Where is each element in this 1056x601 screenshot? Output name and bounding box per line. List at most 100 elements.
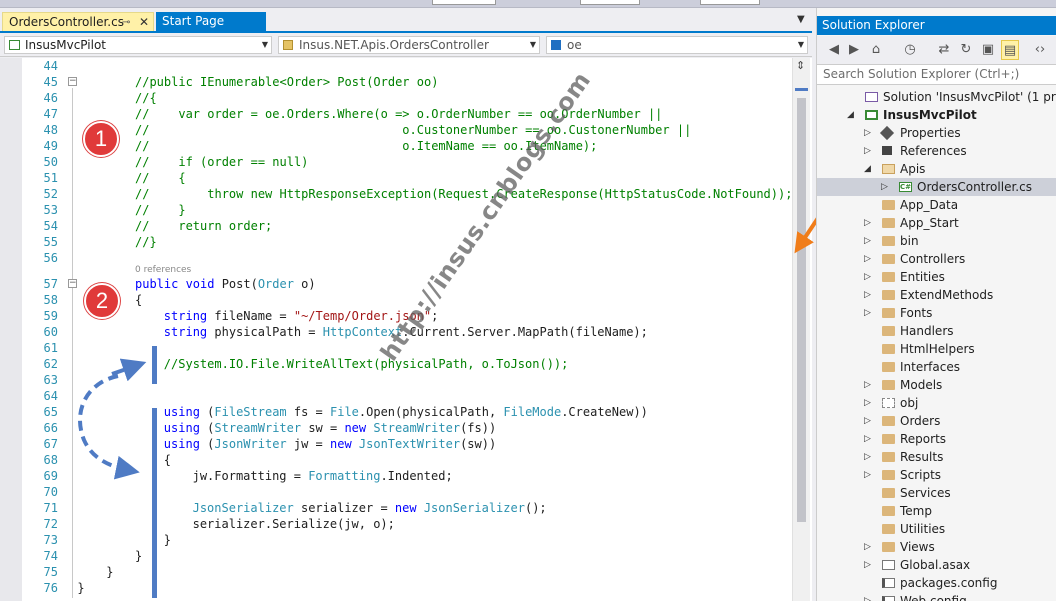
scrollbar-thumb[interactable]	[797, 98, 806, 522]
code-line[interactable]: 58 {	[22, 292, 792, 308]
code-editor[interactable]: 44 45 − //public IEnumerable<Order> Post(Or…	[0, 58, 812, 601]
home-icon[interactable]: ⌂	[867, 40, 885, 60]
tree-item[interactable]: ▷ obj	[817, 394, 1056, 412]
code-line[interactable]: 45 − //public IEnumerable<Order> Post(Orde…	[22, 74, 792, 90]
tree-item[interactable]: ▷ bin	[817, 232, 1056, 250]
tree-item[interactable]: ◢ InsusMvcPilot	[817, 106, 1056, 124]
show-all-files-icon[interactable]: ▤	[1001, 40, 1019, 60]
expand-icon[interactable]: ▷	[864, 268, 871, 286]
tree-item[interactable]: ▷ Properties	[817, 124, 1056, 142]
code-line[interactable]: 63	[22, 372, 792, 388]
back-icon[interactable]: ◀	[825, 40, 843, 60]
collapse-all-icon[interactable]: ▣	[979, 40, 997, 60]
code-view-icon[interactable]: ‹›	[1031, 40, 1049, 60]
tree-item[interactable]: ▷ Global.asax	[817, 556, 1056, 574]
code-line[interactable]: 69 jw.Formatting = Formatting.Indented;	[22, 468, 792, 484]
tree-item[interactable]: Solution 'InsusMvcPilot' (1 project)	[817, 88, 1056, 106]
sync-icon[interactable]: ⇄	[935, 40, 953, 60]
tree-item[interactable]: ▷ Reports	[817, 430, 1056, 448]
member-dropdown[interactable]: oe ▼	[546, 36, 808, 54]
code-line[interactable]: 55 //}	[22, 234, 792, 250]
refresh-icon[interactable]: ↻	[957, 40, 975, 60]
code-line[interactable]: 56	[22, 250, 792, 266]
expand-icon[interactable]: ▷	[881, 178, 888, 196]
tree-item[interactable]: Utilities	[817, 520, 1056, 538]
close-icon[interactable]: ✕	[139, 13, 149, 32]
code-line[interactable]: 44	[22, 58, 792, 74]
code-line[interactable]: 61	[22, 340, 792, 356]
split-handle-icon[interactable]: ⇕	[796, 59, 805, 72]
tree-item[interactable]: packages.config	[817, 574, 1056, 592]
tree-item[interactable]: App_Data	[817, 196, 1056, 214]
expand-icon[interactable]: ▷	[864, 376, 871, 394]
tree-item[interactable]: Interfaces	[817, 358, 1056, 376]
history-icon[interactable]: ◷	[901, 40, 919, 60]
expand-icon[interactable]: ▷	[864, 448, 871, 466]
code-line[interactable]: 49 // o.ItemName == oo.ItemName);	[22, 138, 792, 154]
code-line[interactable]: 62 //System.IO.File.WriteAllText(physical…	[22, 356, 792, 372]
panel-title[interactable]: Solution Explorer	[817, 16, 1056, 35]
tree-item[interactable]: ▷ Results	[817, 448, 1056, 466]
forward-icon[interactable]: ▶	[845, 40, 863, 60]
tab-start-page[interactable]: Start Page	[156, 12, 266, 31]
code-line[interactable]: 67 using (JsonWriter jw = new JsonTextWri…	[22, 436, 792, 452]
tree-item[interactable]: ▷ Entities	[817, 268, 1056, 286]
tree-item[interactable]: ▷ ExtendMethods	[817, 286, 1056, 304]
tree-item[interactable]: ▷ App_Start	[817, 214, 1056, 232]
expand-icon[interactable]: ▷	[864, 250, 871, 268]
code-line[interactable]: 60 string physicalPath = HttpContext.Curr…	[22, 324, 792, 340]
code-line[interactable]: 57 − public void Post(Order o)	[22, 276, 792, 292]
tree-item[interactable]: ▷ Web.config	[817, 592, 1056, 601]
code-line[interactable]: 51 // {	[22, 170, 792, 186]
tree-item[interactable]: ▷ Models	[817, 376, 1056, 394]
tree-item[interactable]: ▷ Fonts	[817, 304, 1056, 322]
code-line[interactable]: 65 using (FileStream fs = File.Open(physi…	[22, 404, 792, 420]
code-line[interactable]: 76}	[22, 580, 792, 596]
code-line[interactable]: 54 // return order;	[22, 218, 792, 234]
code-line[interactable]: 71 JsonSerializer serializer = new JsonSe…	[22, 500, 792, 516]
code-line[interactable]: 47 // var order = oe.Orders.Where(o => o.…	[22, 106, 792, 122]
collapse-icon[interactable]: −	[68, 77, 77, 86]
tab-list-dropdown-icon[interactable]: ▼	[797, 14, 805, 25]
code-line[interactable]: 64	[22, 388, 792, 404]
code-line[interactable]: 70	[22, 484, 792, 500]
tab-orders-controller[interactable]: OrdersController.cs ⊸ ✕	[2, 12, 154, 31]
expand-icon[interactable]: ▷	[864, 286, 871, 304]
vertical-scrollbar[interactable]: ⇕	[792, 58, 810, 601]
collapse-icon[interactable]: −	[68, 279, 77, 288]
expand-icon[interactable]: ▷	[864, 556, 871, 574]
code-line[interactable]: 66 using (StreamWriter sw = new StreamWri…	[22, 420, 792, 436]
tree-item[interactable]: ▷ Scripts	[817, 466, 1056, 484]
expand-icon[interactable]: ▷	[864, 430, 871, 448]
code-line[interactable]: 53 // }	[22, 202, 792, 218]
code-line[interactable]: 75}	[22, 564, 792, 580]
expand-icon[interactable]: ▷	[864, 214, 871, 232]
project-dropdown[interactable]: InsusMvcPilot ▼	[4, 36, 272, 54]
tree-item[interactable]: HtmlHelpers	[817, 340, 1056, 358]
expand-icon[interactable]: ▷	[864, 394, 871, 412]
code-line[interactable]: 52 // throw new HttpResponseException(Req…	[22, 186, 793, 202]
expand-icon[interactable]: ▷	[864, 592, 871, 601]
pin-icon[interactable]: ⊸	[122, 13, 130, 32]
tree-item[interactable]: ▷ C# OrdersController.cs	[817, 178, 1056, 196]
expand-icon[interactable]: ▷	[864, 124, 871, 142]
tree-item[interactable]: ◢ Apis	[817, 160, 1056, 178]
search-input[interactable]: Search Solution Explorer (Ctrl+;)	[817, 64, 1056, 85]
code-line[interactable]: 46 //{	[22, 90, 792, 106]
tree-item[interactable]: ▷ Orders	[817, 412, 1056, 430]
code-line[interactable]: 74}	[22, 548, 792, 564]
tree-item[interactable]: ▷ Controllers	[817, 250, 1056, 268]
collapse-icon[interactable]: ◢	[847, 106, 854, 124]
codelens-references[interactable]: 0 references	[135, 265, 191, 275]
code-line[interactable]: 50 // if (order == null)	[22, 154, 792, 170]
tree-item[interactable]: ▷ References	[817, 142, 1056, 160]
code-line[interactable]: 72 serializer.Serialize(jw, o);	[22, 516, 792, 532]
code-line[interactable]: 68 {	[22, 452, 792, 468]
tree-item[interactable]: Temp	[817, 502, 1056, 520]
collapse-icon[interactable]: ◢	[864, 160, 871, 178]
expand-icon[interactable]: ▷	[864, 412, 871, 430]
code-line[interactable]: 48 // o.CustonerNumber == oo.CustonerNumb…	[22, 122, 792, 138]
tree-item[interactable]: ▷ Views	[817, 538, 1056, 556]
code-line[interactable]: 73}	[22, 532, 792, 548]
code-line[interactable]: 59 string fileName = "~/Temp/Order.json";	[22, 308, 792, 324]
